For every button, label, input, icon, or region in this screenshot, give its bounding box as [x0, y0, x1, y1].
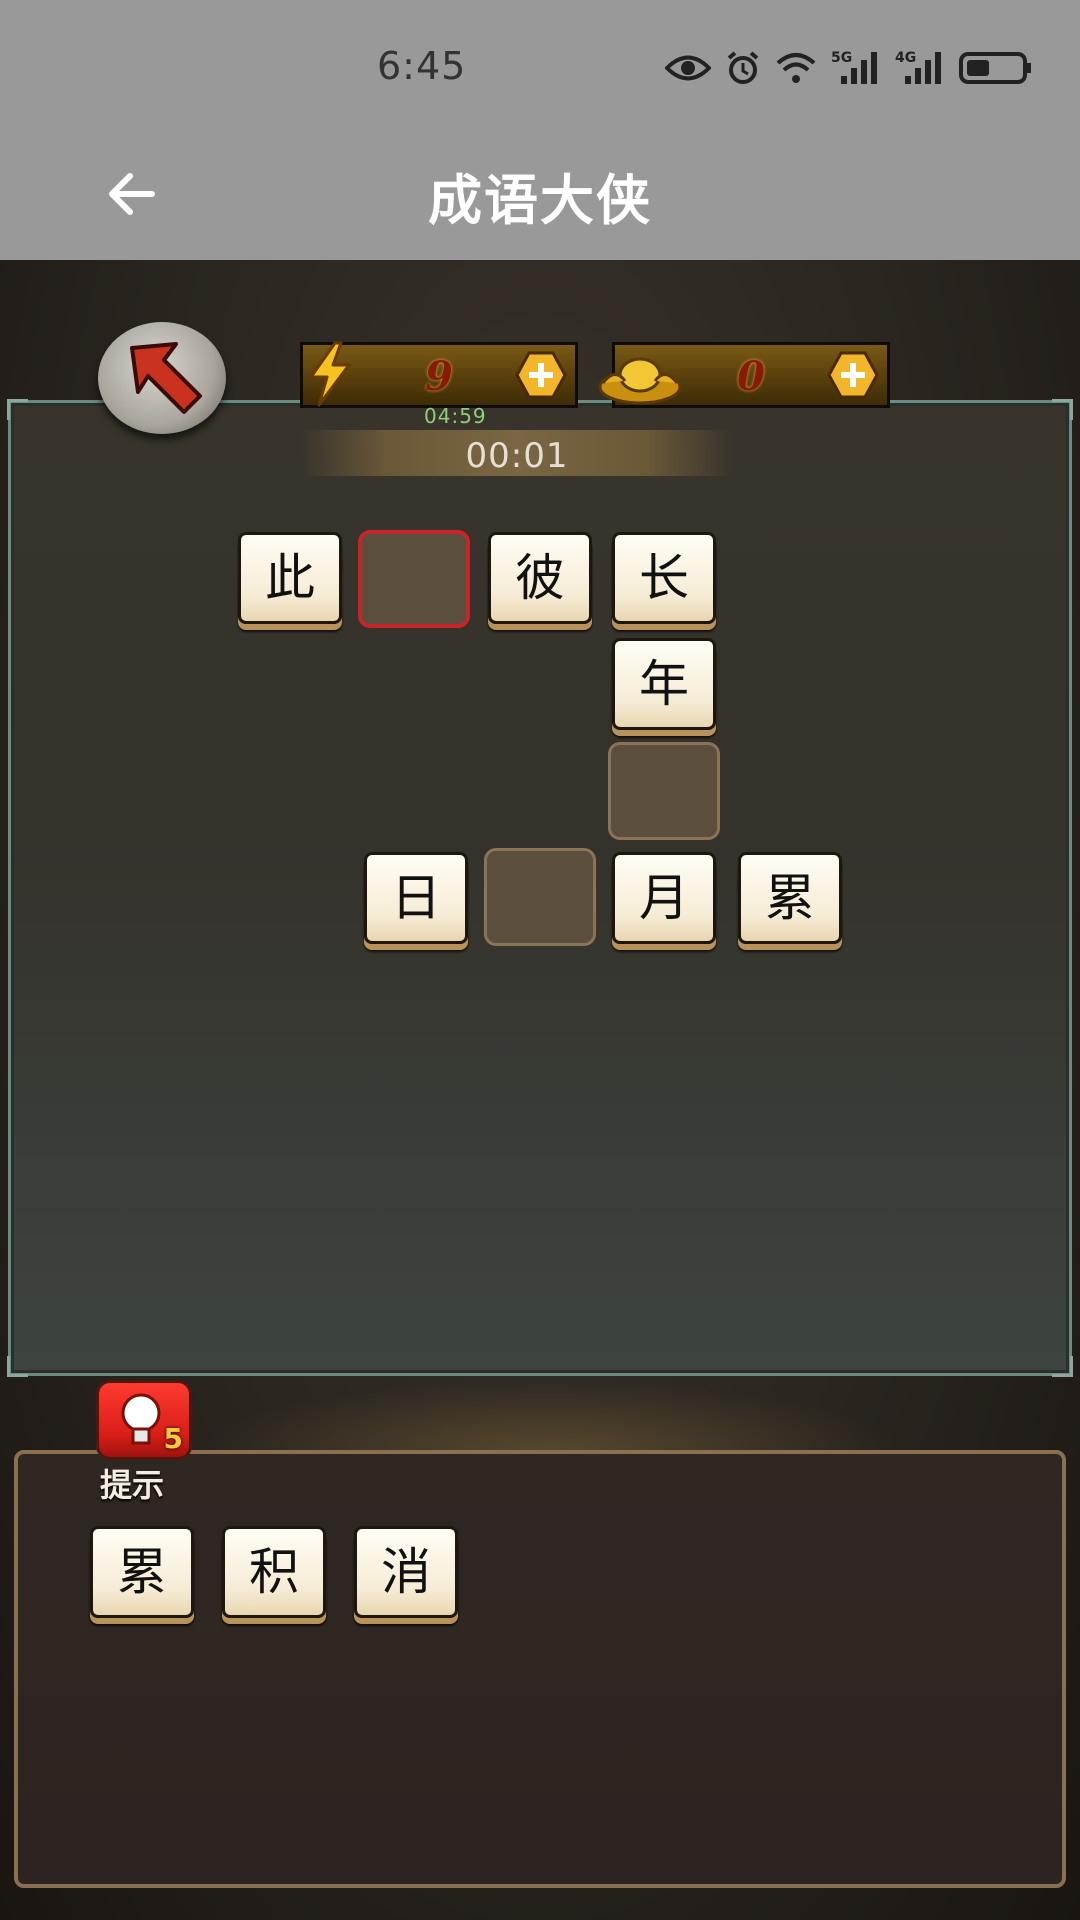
tray-glow — [200, 1380, 900, 1450]
board-tile[interactable]: 月 — [612, 852, 716, 944]
cell-4g-icon: 4G — [895, 50, 945, 86]
choice-tile[interactable]: 积 — [222, 1526, 326, 1618]
board-corner-ornament — [7, 1356, 28, 1377]
board-corner-ornament — [1052, 1356, 1073, 1377]
app-bar: 成语大侠 — [0, 130, 1080, 260]
board-tile[interactable]: 日 — [364, 852, 468, 944]
add-gold-button[interactable] — [827, 351, 879, 399]
battery-icon — [959, 52, 1031, 84]
gold-counter: 0 — [598, 342, 890, 408]
board-tile[interactable]: 此 — [238, 532, 342, 624]
board-corner-ornament — [1052, 399, 1073, 420]
level-timer-bar: 00:01 — [300, 430, 734, 476]
board-empty-slot[interactable] — [608, 742, 720, 840]
board-tile[interactable]: 年 — [612, 638, 716, 730]
wifi-icon — [776, 53, 816, 83]
hint-count-badge: 5 — [163, 1422, 183, 1455]
signal-bars-icon — [841, 52, 877, 84]
status-bar: 6:45 5G 4G — [0, 0, 1080, 130]
status-icons: 5G 4G — [665, 48, 1033, 88]
game-area: 9 0 04:59 00:01 此 彼 长 年 日 月 累 5 提示 累 积 消 — [0, 260, 1080, 1920]
add-energy-button[interactable] — [515, 351, 567, 399]
board-empty-slot[interactable] — [484, 848, 596, 946]
board-tile[interactable]: 长 — [612, 532, 716, 624]
energy-counter: 9 — [300, 341, 578, 408]
choice-tile[interactable]: 消 — [354, 1526, 458, 1618]
status-time: 6:45 — [377, 44, 467, 88]
red-arrow-icon — [130, 342, 202, 414]
board-corner-ornament — [7, 399, 28, 420]
app-title: 成语大侠 — [428, 169, 652, 232]
hint-label: 提示 — [100, 1466, 165, 1504]
choice-tile[interactable]: 累 — [90, 1526, 194, 1618]
level-timer: 00:01 — [465, 436, 569, 476]
alarm-icon — [727, 51, 759, 84]
hint-icon-box: 5 — [96, 1380, 192, 1460]
signal-bars-icon — [905, 52, 941, 84]
board-tile[interactable]: 累 — [738, 852, 842, 944]
board-empty-slot-selected[interactable] — [358, 530, 470, 628]
eye-icon — [665, 55, 711, 81]
game-back-button[interactable] — [98, 322, 226, 434]
board-tile[interactable]: 彼 — [488, 532, 592, 624]
energy-refill-timer: 04:59 — [424, 404, 487, 428]
cell-5g-icon: 5G — [831, 50, 881, 86]
answer-tray — [14, 1450, 1066, 1888]
